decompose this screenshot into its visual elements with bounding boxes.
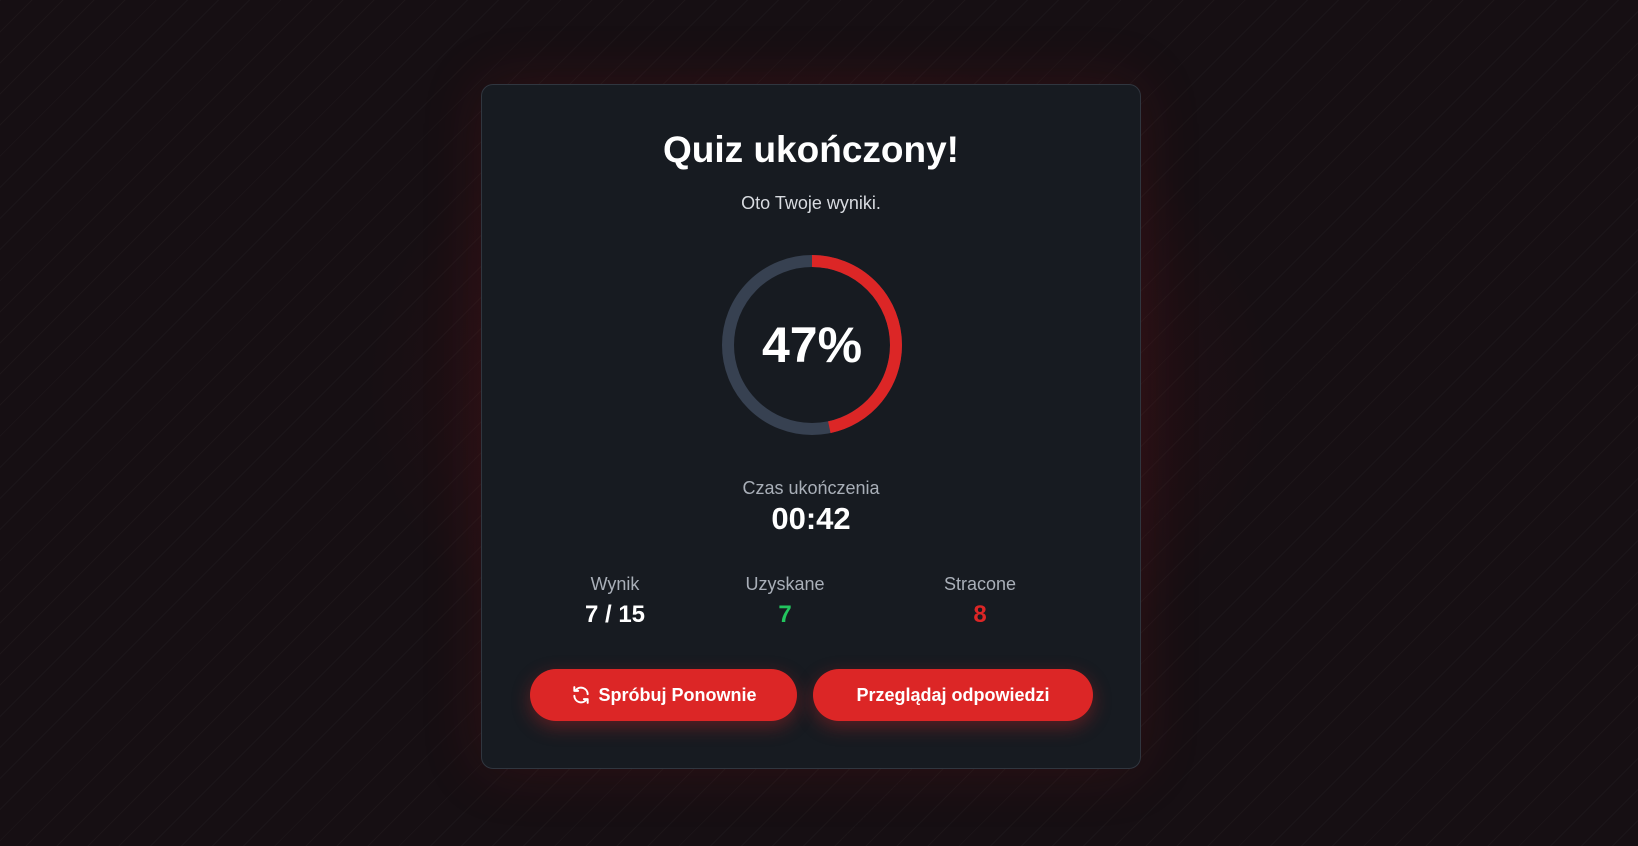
completion-time-label: Czas ukończenia <box>742 478 880 498</box>
stat-lost-value: 8 <box>973 601 987 628</box>
results-title: Quiz ukończony! <box>663 129 959 170</box>
stat-score-label: Wynik <box>590 574 640 594</box>
refresh-icon <box>571 685 591 705</box>
score-percent: 47% <box>761 317 863 373</box>
score-progress-ring: 47% <box>720 253 904 437</box>
completion-time-value: 00:42 <box>771 501 851 536</box>
review-answers-button[interactable]: Przeglądaj odpowiedzi <box>813 669 1093 721</box>
stat-lost-label: Stracone <box>943 574 1017 594</box>
review-answers-button-label: Przeglądaj odpowiedzi <box>856 684 1050 705</box>
results-card: Quiz ukończony! Oto Twoje wyniki. 47% Cz… <box>481 84 1141 769</box>
stat-score-value: 7 / 15 <box>584 601 646 628</box>
results-subtitle: Oto Twoje wyniki. <box>741 193 881 213</box>
stat-gained: Uzyskane 7 <box>695 575 875 627</box>
stat-lost: Stracone 8 <box>890 575 1070 627</box>
stat-score: Wynik 7 / 15 <box>525 575 705 627</box>
retry-button[interactable]: Spróbuj Ponownie <box>530 669 797 721</box>
stat-gained-value: 7 <box>778 601 792 628</box>
stat-gained-label: Uzyskane <box>745 574 825 594</box>
retry-button-label: Spróbuj Ponownie <box>598 684 757 705</box>
